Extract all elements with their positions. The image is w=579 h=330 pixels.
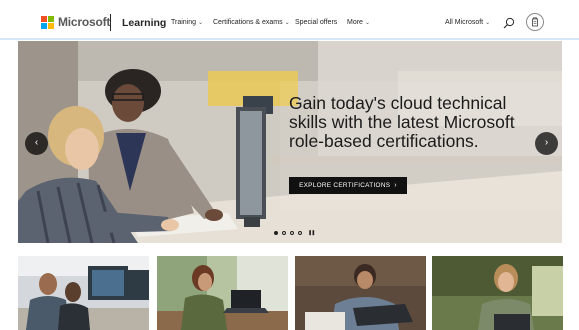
all-microsoft-label: All Microsoft xyxy=(445,19,484,26)
nav-training-label: Training xyxy=(171,19,197,26)
explore-certifications-button[interactable]: EXPLORE CERTIFICATIONS › xyxy=(289,177,407,194)
product-name[interactable]: Learning xyxy=(122,17,166,29)
header-divider xyxy=(110,14,111,31)
nav-certifications-label: Certifications & exams xyxy=(213,19,283,26)
carousel-dot-3[interactable] xyxy=(290,231,294,235)
nav-more[interactable]: More ⌄ xyxy=(347,19,370,26)
chevron-down-icon: ⌄ xyxy=(364,20,370,26)
carousel-next-button[interactable]: › xyxy=(535,132,558,155)
chevron-right-icon: › xyxy=(394,182,397,189)
card-image-2 xyxy=(157,256,288,330)
chevron-down-icon: ⌄ xyxy=(485,20,491,26)
carousel-dot-4[interactable] xyxy=(298,231,302,235)
nav-more-label: More xyxy=(347,19,363,26)
carousel-indicators: ❚❚ xyxy=(274,230,315,236)
feature-card-1[interactable] xyxy=(18,256,149,330)
nav-special-offers[interactable]: Special offers xyxy=(295,19,337,26)
nav-training[interactable]: Training ⌄ xyxy=(171,19,203,26)
card-image-4 xyxy=(432,256,563,330)
nav-special-offers-label: Special offers xyxy=(295,19,338,26)
card-image-1 xyxy=(18,256,149,330)
hero-heading: Gain today's cloud technical skills with… xyxy=(289,93,515,151)
search-icon[interactable] xyxy=(503,17,515,29)
carousel-dot-2[interactable] xyxy=(282,231,286,235)
hero-carousel: Gain today's cloud technical skills with… xyxy=(18,41,562,243)
all-microsoft-menu[interactable]: All Microsoft ⌄ xyxy=(445,19,490,26)
brand-name[interactable]: Microsoft xyxy=(58,15,110,29)
chevron-left-icon: ‹ xyxy=(34,137,39,148)
explore-certifications-label: EXPLORE CERTIFICATIONS xyxy=(299,182,391,189)
pause-icon[interactable]: ❚❚ xyxy=(308,230,315,236)
cart-icon[interactable] xyxy=(526,13,544,31)
site-header: Microsoft Learning Training ⌄ Certificati… xyxy=(0,0,579,40)
chevron-right-icon: › xyxy=(544,137,549,148)
microsoft-logo-icon[interactable] xyxy=(41,16,54,29)
card-image-3 xyxy=(295,256,426,330)
carousel-prev-button[interactable]: ‹ xyxy=(25,132,48,155)
carousel-dot-1[interactable] xyxy=(274,231,278,235)
feature-card-4[interactable] xyxy=(432,256,563,330)
chevron-down-icon: ⌄ xyxy=(198,20,204,26)
nav-certifications[interactable]: Certifications & exams ⌄ xyxy=(213,19,290,26)
feature-card-3[interactable] xyxy=(295,256,426,330)
feature-card-2[interactable] xyxy=(157,256,288,330)
chevron-down-icon: ⌄ xyxy=(284,20,290,26)
